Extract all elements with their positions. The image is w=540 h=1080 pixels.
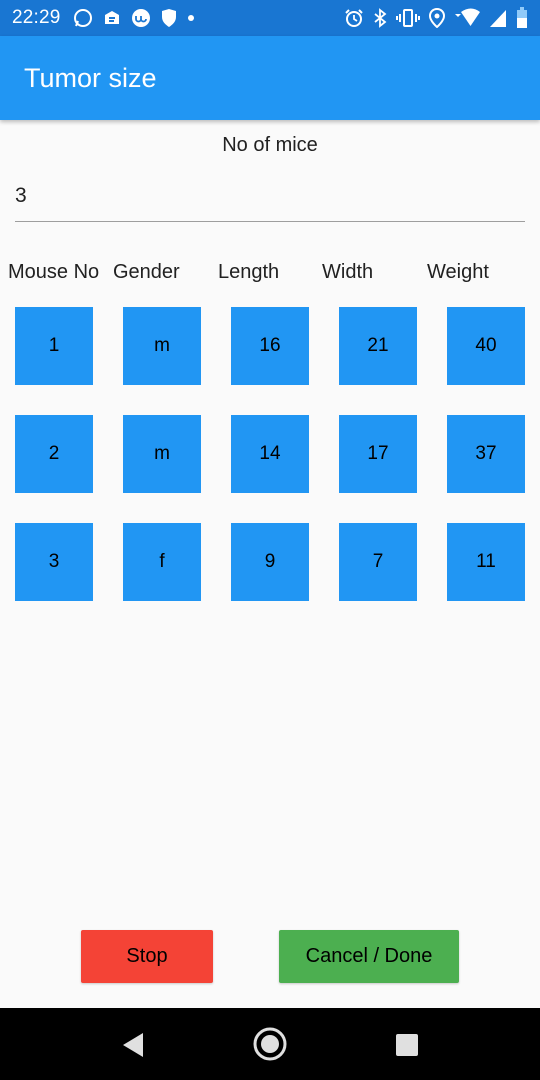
cell-weight[interactable]: 37 [447,415,525,493]
header-weight: Weight [427,261,489,283]
navigation-bar [0,1008,540,1080]
status-left-icons [73,8,195,28]
bluetooth-icon [373,8,387,28]
cell-gender[interactable]: f [123,523,201,601]
page-title: Tumor size [24,63,157,93]
location-icon [429,8,445,28]
cell-mouse-no[interactable]: 3 [15,523,93,601]
status-time: 22:29 [12,7,61,28]
back-icon[interactable] [118,1030,148,1060]
alarm-icon [344,8,364,28]
cell-width[interactable]: 21 [339,307,417,385]
cell-length[interactable]: 16 [231,307,309,385]
cell-length[interactable]: 14 [231,415,309,493]
header-gender: Gender [113,261,180,283]
cell-gender[interactable]: m [123,415,201,493]
cell-gender[interactable]: m [123,307,201,385]
signal-icon [489,8,507,28]
home-icon[interactable] [253,1027,287,1061]
cell-length[interactable]: 9 [231,523,309,601]
stop-button[interactable]: Stop [81,930,213,983]
cell-width[interactable]: 17 [339,415,417,493]
recents-icon[interactable] [392,1030,422,1060]
cell-mouse-no[interactable]: 2 [15,415,93,493]
whatsapp-icon [73,8,93,28]
mice-count-input[interactable] [15,170,525,222]
notification-app-icon [102,8,122,28]
shield-icon [160,8,178,28]
dot-icon [187,14,195,22]
mice-count-label: No of mice [222,134,318,156]
vibrate-icon [396,8,420,28]
header-length: Length [218,261,280,283]
header-width: Width [322,261,374,283]
app-bar: Tumor size [0,36,540,120]
cell-weight[interactable]: 11 [447,523,525,601]
cell-width[interactable]: 7 [339,523,417,601]
header-mouse-no: Mouse No [8,261,100,283]
cell-weight[interactable]: 40 [447,307,525,385]
cancel-done-button[interactable]: Cancel / Done [279,930,459,983]
status-bar: 22:29 [0,0,540,36]
battery-icon [516,7,528,29]
wifi-icon [454,8,480,28]
upwork-icon [131,8,151,28]
status-right-icons [344,7,528,29]
cell-mouse-no[interactable]: 1 [15,307,93,385]
